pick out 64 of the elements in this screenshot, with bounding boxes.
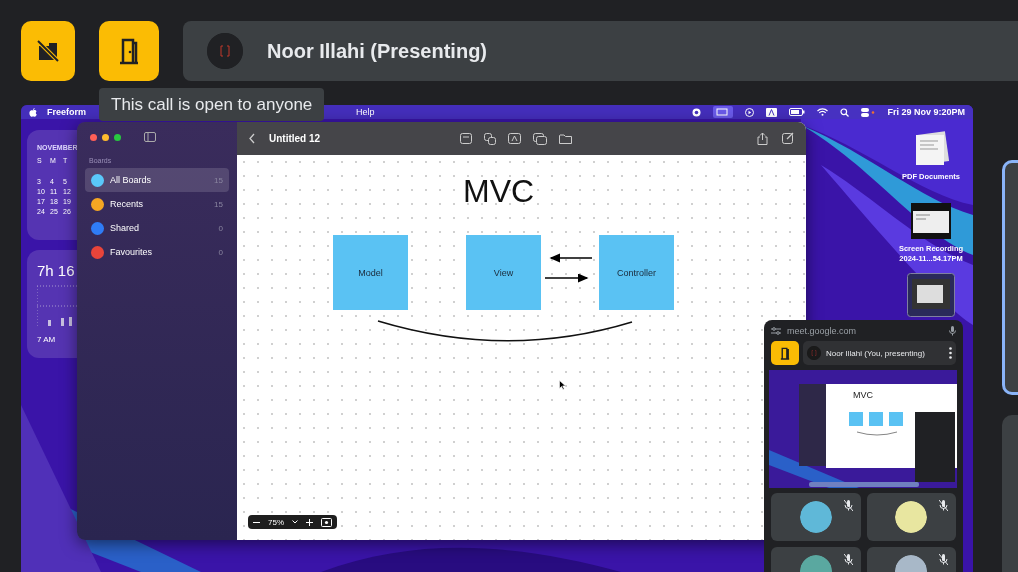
menu-item[interactable]: Help bbox=[356, 107, 375, 117]
screenshot-thumbnail-icon bbox=[907, 273, 955, 317]
door-icon bbox=[779, 346, 791, 360]
tooltip: This call is open to anyone bbox=[99, 88, 325, 121]
keyboard-input-icon[interactable] bbox=[766, 107, 778, 117]
diagram-box: View bbox=[466, 235, 541, 310]
arrow bbox=[549, 253, 593, 263]
folder-icon[interactable] bbox=[559, 132, 573, 144]
preview-title: MVC bbox=[853, 390, 873, 400]
shared-icon bbox=[91, 221, 104, 235]
media-icon[interactable] bbox=[533, 132, 548, 145]
door-button[interactable] bbox=[771, 341, 799, 365]
control-center-icon[interactable] bbox=[861, 107, 876, 117]
screen-share-icon[interactable] bbox=[713, 106, 734, 118]
minimize-button[interactable] bbox=[102, 133, 109, 141]
canvas-title: MVC bbox=[463, 173, 535, 210]
shapes-icon[interactable] bbox=[484, 132, 497, 145]
presenter-name: Noor Illahi (You, presenting) bbox=[826, 348, 925, 358]
tune-icon[interactable] bbox=[771, 327, 781, 335]
apple-icon bbox=[29, 107, 37, 117]
chevron-down-icon[interactable] bbox=[292, 520, 298, 524]
close-button[interactable] bbox=[90, 133, 97, 141]
record-icon[interactable] bbox=[692, 107, 702, 117]
arrow bbox=[544, 273, 589, 283]
presenter-name: Noor Illahi (Presenting) bbox=[267, 39, 488, 63]
cursor-icon bbox=[559, 380, 566, 390]
note-icon[interactable] bbox=[460, 132, 473, 144]
recents-icon bbox=[91, 197, 104, 211]
play-icon[interactable] bbox=[745, 107, 755, 117]
diagram-box: Model bbox=[333, 235, 408, 310]
video-thumbnail-icon bbox=[911, 203, 951, 239]
sidebar-item[interactable]: Recents 15 bbox=[85, 192, 229, 216]
diagram-box: Controller bbox=[599, 235, 674, 310]
wifi-icon[interactable] bbox=[817, 108, 829, 116]
battery-icon[interactable] bbox=[789, 108, 806, 116]
favourites-icon bbox=[91, 245, 104, 259]
more-icon[interactable] bbox=[949, 347, 952, 359]
boards-icon bbox=[91, 173, 104, 187]
mic-icon[interactable] bbox=[949, 326, 956, 336]
fit-icon[interactable] bbox=[321, 517, 332, 527]
zoom-level[interactable]: 75% bbox=[268, 517, 284, 527]
zoom-button[interactable] bbox=[114, 133, 121, 141]
participant-tile[interactable] bbox=[771, 493, 861, 541]
text-box-icon[interactable] bbox=[508, 132, 522, 144]
building-off-icon bbox=[35, 38, 61, 64]
screen-time-total: 7h 16 bbox=[37, 262, 75, 279]
site-address: meet.google.com bbox=[787, 326, 857, 336]
usage-bars-drawing bbox=[37, 284, 77, 328]
axis-label: 7 AM bbox=[37, 335, 56, 344]
plus-icon[interactable] bbox=[306, 518, 313, 526]
sidebar-toggle-icon[interactable] bbox=[144, 132, 156, 142]
door-button[interactable] bbox=[99, 21, 159, 81]
sidebar-item[interactable]: Favourites 0 bbox=[85, 240, 229, 264]
sidebar-item[interactable]: Shared 0 bbox=[85, 216, 229, 240]
board-title: Untitled 12 bbox=[269, 133, 321, 144]
search-icon[interactable] bbox=[840, 107, 850, 117]
zoom-control[interactable]: 75% bbox=[248, 515, 337, 529]
menu-item[interactable]: Freeform bbox=[47, 107, 86, 117]
back-icon[interactable] bbox=[249, 133, 255, 144]
edit-icon[interactable] bbox=[782, 132, 794, 144]
participant-tile[interactable] bbox=[866, 493, 956, 541]
menu-bar-clock: Fri 29 Nov 9:20PM bbox=[887, 107, 965, 117]
share-icon[interactable] bbox=[757, 132, 768, 145]
building-off-button[interactable] bbox=[21, 21, 75, 81]
